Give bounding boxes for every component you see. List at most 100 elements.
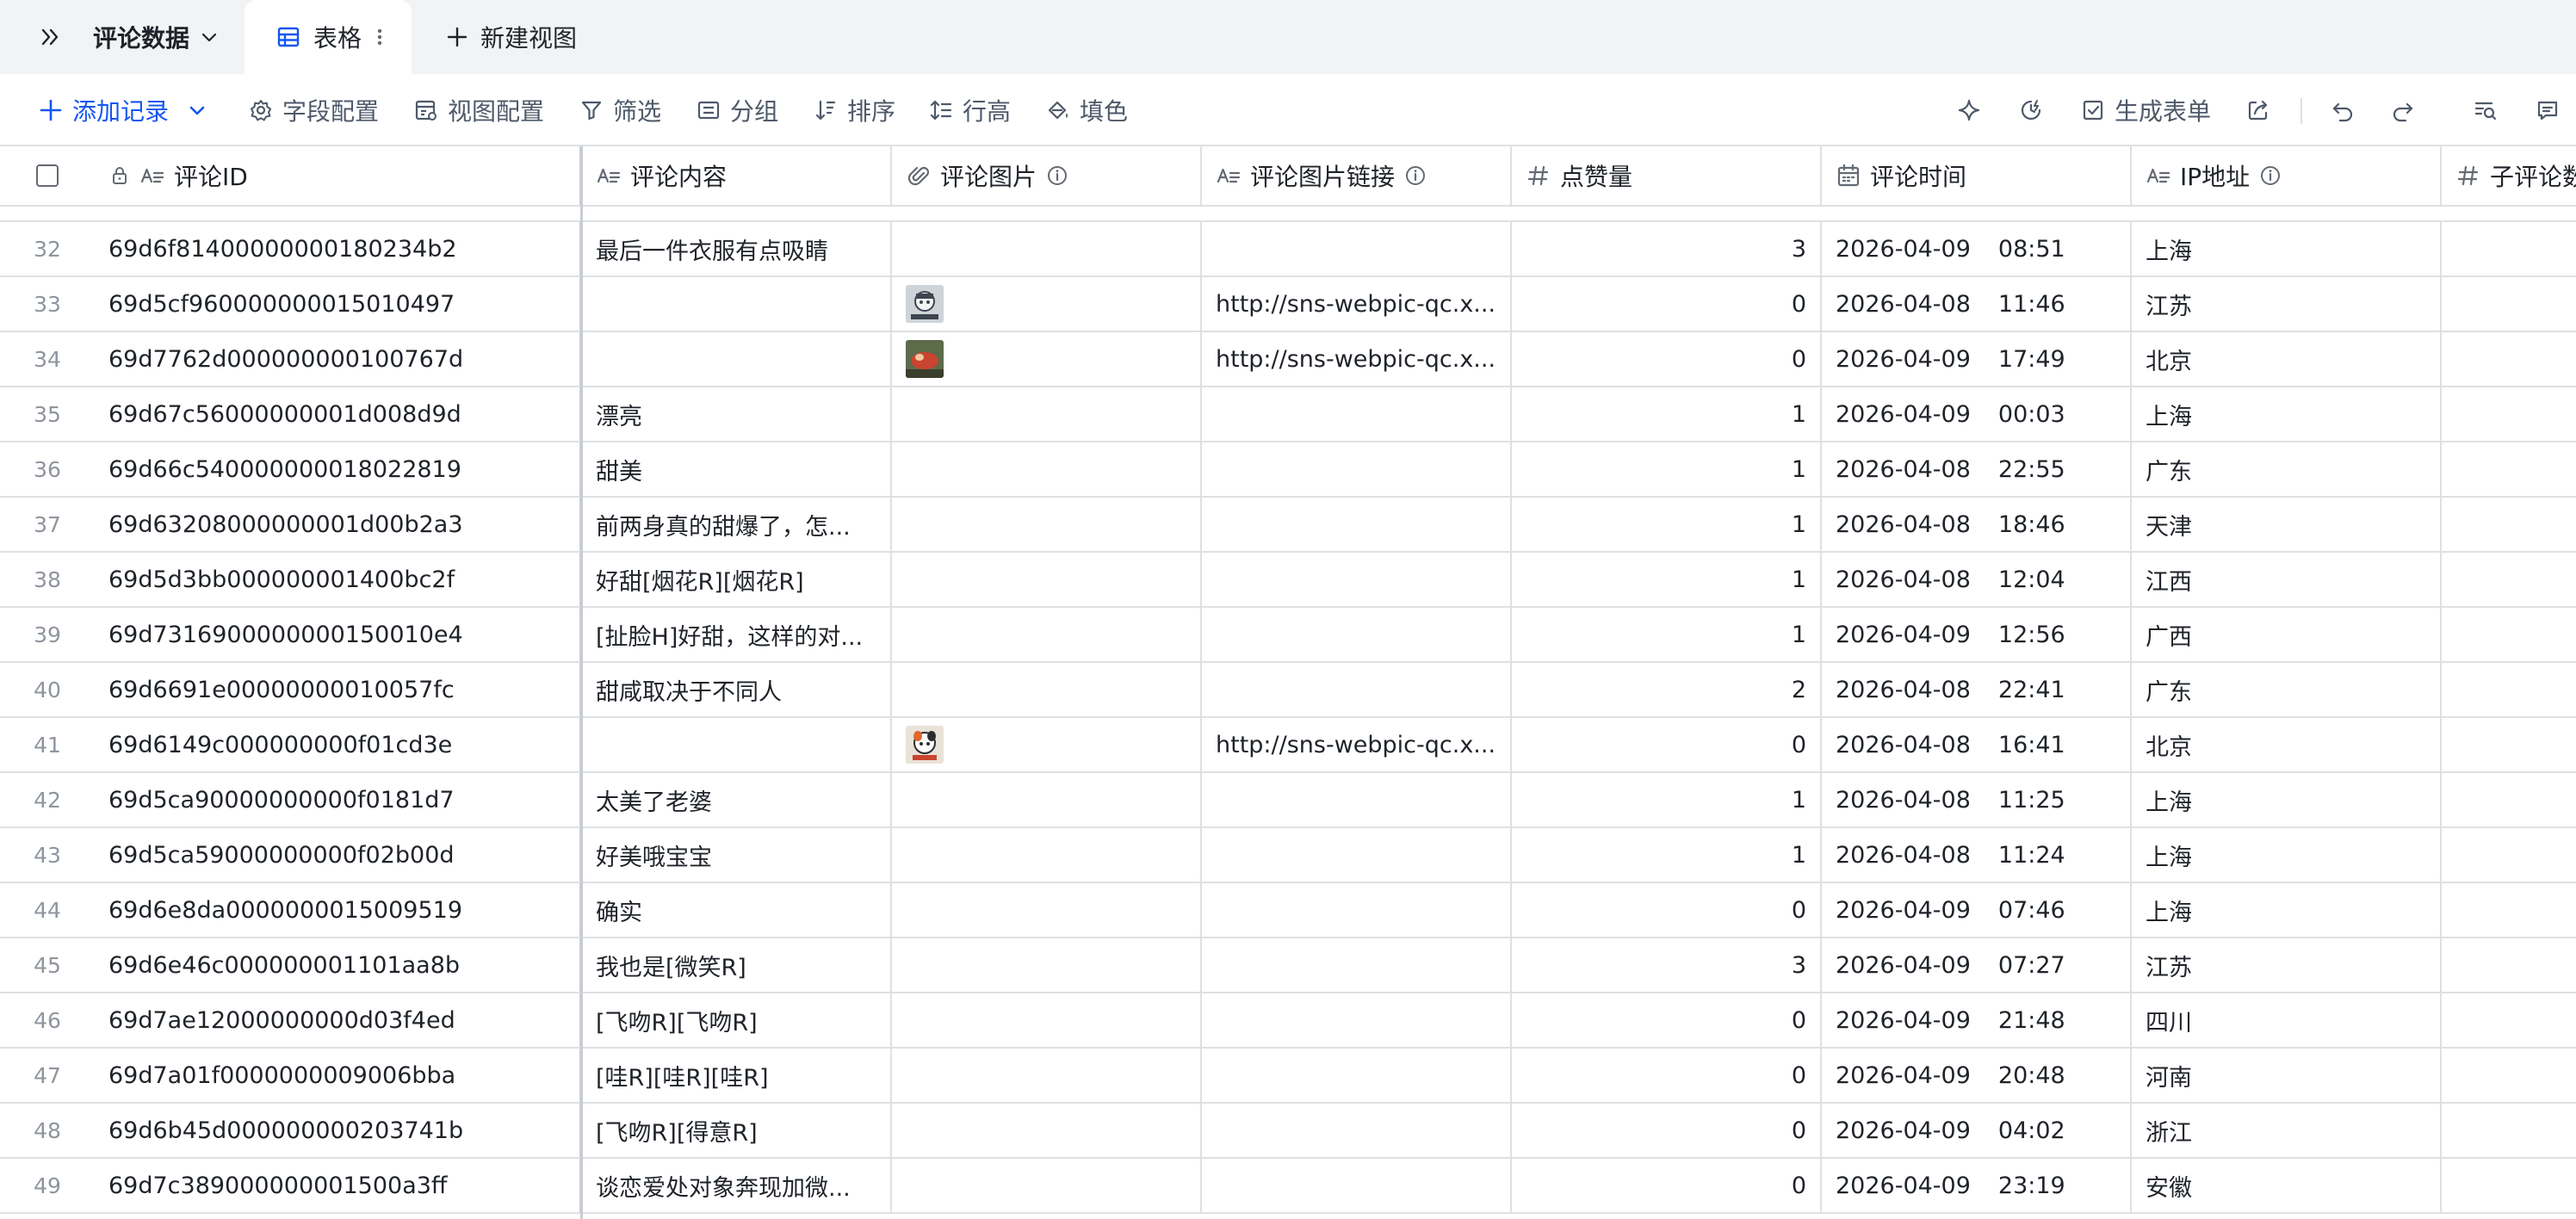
view-config-button[interactable]: 视图配置 [413,93,544,127]
cell-comment-id[interactable]: 69d67c56000000001d008d9d [95,387,582,441]
info-icon[interactable] [1045,164,1069,188]
row-number[interactable]: 48 [0,1104,95,1157]
cell-image[interactable] [892,1104,1202,1157]
cell-sub-comments[interactable] [2442,828,2576,882]
info-icon[interactable] [2258,164,2282,188]
column-header-time[interactable]: 评论时间 [1822,146,2132,205]
cell-image[interactable] [892,608,1202,661]
redo-button[interactable] [2390,93,2416,127]
cell-ip[interactable]: 安徽 [2132,1159,2442,1212]
cell-ip[interactable]: 上海 [2132,773,2442,826]
undo-button[interactable] [2330,93,2356,127]
cell-time[interactable]: 2026-04-09 08:51 [1822,222,2132,275]
cell-comment-id[interactable]: 69d5cf960000000015010497 [95,277,582,331]
cell-comment-id[interactable]: 69d6b45d000000000203741b [95,1104,582,1157]
cell-image-link[interactable] [1202,608,1512,661]
cell-comment-id[interactable]: 69d7ae12000000000d03f4ed [95,993,582,1047]
cell-time[interactable]: 2026-04-08 22:55 [1822,442,2132,496]
cell-time[interactable]: 2026-04-09 12:56 [1822,608,2132,661]
cell-content[interactable]: [扯脸H]好甜，这样的对... [582,608,892,661]
table-row[interactable]: 45 69d6e46c000000001101aa8b 我也是[微笑R] 3 2026-… [0,938,2576,993]
cell-image-link[interactable] [1202,1049,1512,1102]
cell-image-link[interactable] [1202,993,1512,1047]
cell-image-link[interactable] [1202,773,1512,826]
cell-image-link[interactable]: http://sns-webpic-qc.x... [1202,277,1512,331]
cell-content[interactable]: [哇R][哇R][哇R] [582,1049,892,1102]
cell-likes[interactable]: 1 [1512,387,1822,441]
table-row[interactable]: 47 69d7a01f0000000009006bba [哇R][哇R][哇R] 0 2… [0,1049,2576,1104]
cell-image-link[interactable] [1202,883,1512,937]
cell-image[interactable] [892,498,1202,551]
dataset-switcher[interactable]: 评论数据 [93,19,220,55]
table-row[interactable]: 39 69d7316900000000150010e4 [扯脸H]好甜，这样的对..… [0,608,2576,663]
cell-sub-comments[interactable] [2442,277,2576,331]
share-button[interactable] [2245,93,2271,127]
table-row[interactable]: 38 69d5d3bb000000001400bc2f 好甜[烟花R][烟花R] 1 2… [0,553,2576,608]
cell-image[interactable] [892,883,1202,937]
generate-form-button[interactable]: 生成表单 [2080,93,2211,127]
cell-likes[interactable]: 3 [1512,222,1822,275]
row-number[interactable]: 36 [0,442,95,496]
column-header-ip[interactable]: IP地址 [2132,146,2442,205]
row-number[interactable]: 45 [0,938,95,992]
table-row[interactable]: 41 69d6149c000000000f01cd3e http://sns-web… [0,718,2576,773]
row-number[interactable]: 46 [0,993,95,1047]
row-number[interactable]: 40 [0,663,95,716]
row-number[interactable]: 41 [0,718,95,771]
cell-ip[interactable]: 江西 [2132,553,2442,606]
cell-image[interactable] [892,222,1202,275]
cell-content[interactable]: 漂亮 [582,387,892,441]
cell-content[interactable]: 好美哦宝宝 [582,828,892,882]
cell-sub-comments[interactable] [2442,387,2576,441]
cell-sub-comments[interactable] [2442,1159,2576,1212]
cell-sub-comments[interactable] [2442,1049,2576,1102]
cell-comment-id[interactable]: 69d6149c000000000f01cd3e [95,718,582,771]
cell-image-link[interactable]: http://sns-webpic-qc.x... [1202,718,1512,771]
row-number[interactable]: 42 [0,773,95,826]
cell-comment-id[interactable]: 69d66c540000000018022819 [95,442,582,496]
column-header-image[interactable]: 评论图片 [892,146,1202,205]
cell-ip[interactable]: 上海 [2132,387,2442,441]
cell-image-link[interactable] [1202,442,1512,496]
cell-time[interactable]: 2026-04-09 21:48 [1822,993,2132,1047]
table-row[interactable]: 37 69d63208000000001d00b2a3 前两身真的甜爆了，怎... 1… [0,498,2576,553]
add-record-button[interactable]: 添加记录 [38,93,208,127]
cell-time[interactable]: 2026-04-09 20:48 [1822,1049,2132,1102]
cell-time[interactable]: 2026-04-09 07:46 [1822,883,2132,937]
cell-time[interactable]: 2026-04-08 11:25 [1822,773,2132,826]
cell-image-link[interactable] [1202,1159,1512,1212]
cell-content[interactable]: [飞吻R][飞吻R] [582,993,892,1047]
cell-ip[interactable]: 江苏 [2132,938,2442,992]
cell-content[interactable]: 甜咸取决于不同人 [582,663,892,716]
table-row[interactable]: 42 69d5ca90000000000f0181d7 太美了老婆 1 2026-04-… [0,773,2576,828]
cell-time[interactable]: 2026-04-08 11:46 [1822,277,2132,331]
cell-sub-comments[interactable] [2442,222,2576,275]
cell-time[interactable]: 2026-04-08 22:41 [1822,663,2132,716]
cell-likes[interactable]: 0 [1512,883,1822,937]
cell-content[interactable]: 我也是[微笑R] [582,938,892,992]
cell-comment-id[interactable]: 69d5d3bb000000001400bc2f [95,553,582,606]
cell-likes[interactable]: 1 [1512,498,1822,551]
cell-likes[interactable]: 0 [1512,1159,1822,1212]
info-icon[interactable] [1403,164,1427,188]
cell-time[interactable]: 2026-04-09 04:02 [1822,1104,2132,1157]
row-number[interactable]: 32 [0,222,95,275]
cell-ip[interactable]: 上海 [2132,883,2442,937]
cell-content[interactable] [582,718,892,771]
cell-sub-comments[interactable] [2442,498,2576,551]
column-header-comment-id[interactable]: 评论ID [95,146,582,205]
cell-likes[interactable]: 1 [1512,773,1822,826]
row-number[interactable]: 37 [0,498,95,551]
cell-ip[interactable]: 江苏 [2132,277,2442,331]
cell-likes[interactable]: 0 [1512,1049,1822,1102]
cell-image[interactable] [892,663,1202,716]
row-number[interactable]: 34 [0,332,95,386]
cell-sub-comments[interactable] [2442,663,2576,716]
cell-image-link[interactable] [1202,553,1512,606]
table-row[interactable]: 35 69d67c56000000001d008d9d 漂亮 1 2026-04-09 0… [0,387,2576,442]
chevron-down-icon[interactable] [186,99,208,121]
column-header-image-link[interactable]: 评论图片链接 [1202,146,1512,205]
table-row[interactable]: 46 69d7ae12000000000d03f4ed [飞吻R][飞吻R] 0 202… [0,993,2576,1049]
cell-comment-id[interactable]: 69d7c389000000001500a3ff [95,1159,582,1212]
row-number[interactable]: 38 [0,553,95,606]
